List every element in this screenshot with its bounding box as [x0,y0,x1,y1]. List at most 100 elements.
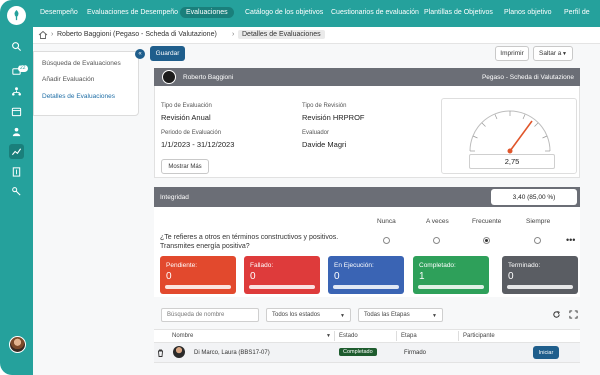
option-header-frecuente: Frecuente [472,218,502,225]
column-divider [458,331,459,341]
trash-icon[interactable] [157,349,164,357]
stat-bar [333,285,399,289]
chevron-down-icon: ▼ [432,313,437,319]
key-icon[interactable] [9,184,24,199]
refresh-icon[interactable] [551,309,561,319]
status-filter-select[interactable]: Todos los estados ▼ [266,308,351,322]
stage-filter-select[interactable]: Todas las Etapas ▼ [358,308,443,322]
stat-bar [249,285,315,289]
more-options-icon[interactable]: ••• [566,235,575,245]
stat-pendiente[interactable]: Pendiente: 0 [160,256,236,294]
employee-name: Roberto Baggioni [183,74,234,81]
column-nombre[interactable]: Nombre [172,333,193,339]
radio-frecuente[interactable] [483,237,490,244]
jump-to-dropdown[interactable]: Saltar a ▼ [533,46,573,61]
radio-nunca[interactable] [383,237,390,244]
app-logo[interactable] [7,6,26,25]
search-icon[interactable] [9,39,24,54]
row-name[interactable]: Di Marco, Laura (BBS17-07) [194,350,270,356]
expand-icon[interactable] [568,309,578,319]
menu-item-detalles[interactable]: Detalles de Evaluaciones [42,93,115,100]
name-search-input[interactable]: Búsqueda de nombre [161,308,259,322]
stat-label: En Ejecución: [334,262,374,269]
column-estado[interactable]: Estado [339,333,358,339]
chevron-down-icon: ▼ [340,313,345,319]
option-header-siempre: Siempre [526,218,551,225]
calendar-icon[interactable] [9,104,24,119]
stat-completado[interactable]: Completado: 1 [413,256,489,294]
column-participante[interactable]: Participante [463,333,495,339]
nav-item-evaluaciones[interactable]: Evaluaciones [180,7,234,18]
breadcrumb: › Roberto Baggioni (Pegaso - Scheda di V… [33,27,600,44]
stat-label: Completado: [419,262,456,269]
period-label: Periodo de Evaluación [161,130,222,136]
stat-bar [418,285,484,289]
evaluation-scheme: Pegaso - Scheda di Valutazione [481,74,574,81]
section-score: 3,40 (85,00 %) [491,189,577,205]
column-etapa[interactable]: Etapa [401,333,417,339]
radio-a-veces[interactable] [433,237,440,244]
nav-item-plantillas-objetivos[interactable]: Plantillas de Objetivos [424,9,493,16]
stat-value: 0 [508,271,514,282]
user-avatar[interactable] [9,336,26,353]
evaluator-value: Davide Magri [302,140,347,149]
nav-item-planos-objetivo[interactable]: Planos objetivo [504,9,551,16]
status-filter-label: Todos los estados [272,312,321,318]
stat-value: 0 [166,271,172,282]
menu-item-anadir[interactable]: Añadir Evaluación [42,76,94,83]
stat-value: 0 [250,271,256,282]
option-header-nunca: Nunca [377,218,396,225]
app-frame: 22 Desempeño Evaluaciones de Desempeño E… [0,0,600,375]
nav-item-evaluaciones-desempeno[interactable]: Evaluaciones de Desempeño [87,9,178,16]
stage-filter-label: Todas las Etapas [364,312,410,318]
print-button[interactable]: Imprimir [495,46,529,61]
row-stage: Firmado [404,350,427,356]
chevron-right-icon: › [232,31,235,38]
people-icon[interactable] [9,124,24,139]
column-divider [396,331,397,341]
question-text: ¿Te refieres a otros en términos constru… [160,234,339,250]
evaluations-side-menu: Búsqueda de Evaluaciones Añadir Evaluaci… [33,51,139,116]
nav-item-catalogo-objetivos[interactable]: Catálogo de los objetivos [245,9,323,16]
breadcrumb-current: Detalles de Evaluaciones [238,30,325,39]
table-header [154,329,580,343]
stat-value: 0 [334,271,340,282]
chevron-down-icon: ▼ [562,51,567,57]
chevron-right-icon: › [51,31,54,38]
stat-bar [507,285,573,289]
employee-avatar [162,70,176,84]
nav-item-perfil[interactable]: Perfil de [564,9,590,16]
period-value: 1/1/2023 - 31/12/2023 [161,140,235,149]
sort-icon[interactable]: ▼ [326,333,331,339]
stat-label: Pendiente: [166,262,198,269]
evaluation-type-label: Tipo de Evaluación [161,103,212,109]
review-type-label: Tipo de Revisión [302,103,347,109]
stat-value: 1 [419,271,425,282]
stat-label: Fallado: [250,262,274,269]
start-button[interactable]: Iniciar [533,346,559,359]
home-icon[interactable] [38,30,48,40]
section-title: Integridad [160,194,189,201]
menu-item-busqueda[interactable]: Búsqueda de Evaluaciones [42,60,121,67]
nav-item-cuestionarios[interactable]: Cuestionarios de evaluación [331,9,419,16]
stat-bar [165,285,231,289]
stat-fallado[interactable]: Fallado: 0 [244,256,320,294]
jump-to-label: Saltar a [539,50,562,57]
nav-item-desempeno[interactable]: Desempeño [40,9,78,16]
stat-label: Terminado: [508,262,541,269]
save-button[interactable]: Guardar [150,46,185,61]
collapse-menu-button[interactable]: « [135,49,145,59]
show-more-button[interactable]: Mostrar Más [161,159,209,174]
org-icon[interactable] [9,84,24,99]
breadcrumb-parent[interactable]: Roberto Baggioni (Pegaso - Scheda di Val… [57,31,217,38]
building-icon[interactable] [9,164,24,179]
evaluation-type-value: Revisión Anual [161,113,211,122]
stat-terminado[interactable]: Terminado: 0 [502,256,578,294]
evaluator-label: Evaluador [302,130,330,136]
stat-en-ejecucion[interactable]: En Ejecución: 0 [328,256,404,294]
status-badge: Completado [339,348,377,356]
chart-icon[interactable] [9,144,24,159]
radio-siempre[interactable] [534,237,541,244]
option-header-a-veces: A veces [426,218,449,225]
avatar [173,346,185,358]
